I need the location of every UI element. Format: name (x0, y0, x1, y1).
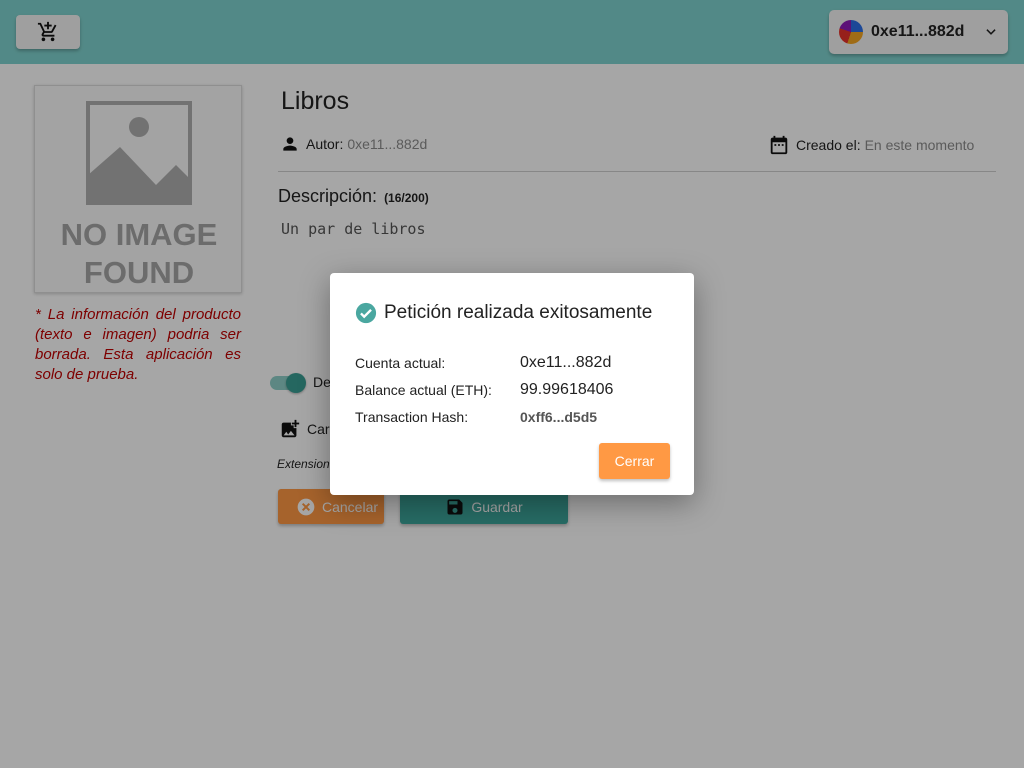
success-dialog: Petición realizada exitosamente Cuenta a… (330, 273, 694, 495)
transaction-hash-label: Transaction Hash: (355, 409, 469, 425)
dialog-title-text: Petición realizada exitosamente (384, 302, 653, 323)
current-account-value: 0xe11...882d (520, 354, 612, 371)
check-circle-icon (355, 302, 377, 324)
balance-value: 99.99618406 (520, 381, 614, 398)
balance-label: Balance actual (ETH): (355, 382, 492, 398)
close-button[interactable]: Cerrar (599, 443, 670, 479)
current-account-label: Cuenta actual: (355, 355, 446, 371)
dialog-title: Petición realizada exitosamente (355, 302, 652, 324)
transaction-hash-value: 0xff6...d5d5 (520, 409, 598, 425)
